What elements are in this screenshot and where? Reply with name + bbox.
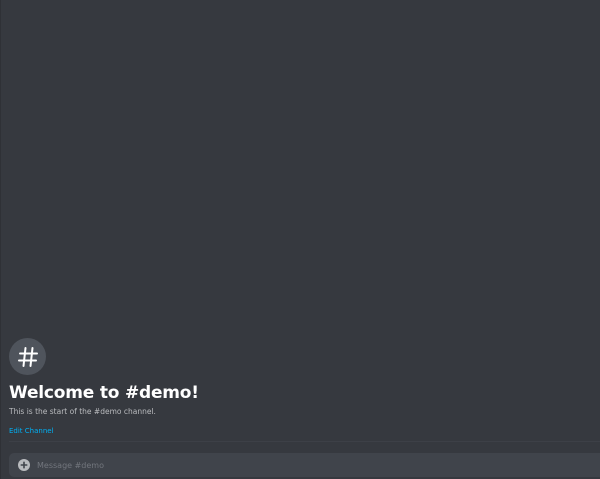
- message-composer: [9, 453, 600, 477]
- edit-channel-link[interactable]: Edit Channel: [9, 425, 54, 437]
- message-input[interactable]: [37, 455, 600, 475]
- channel-welcome: Welcome to #demo! This is the start of t…: [9, 338, 199, 437]
- plus-circle-icon[interactable]: [18, 459, 30, 471]
- plus-icon: [20, 461, 28, 469]
- welcome-title: Welcome to #demo!: [9, 383, 199, 403]
- welcome-subtitle: This is the start of the #demo channel.: [9, 407, 156, 416]
- divider: [9, 441, 600, 442]
- sidebar-border: [0, 0, 1, 479]
- hash-icon: [9, 338, 46, 375]
- hash-icon-glyph: [17, 346, 38, 367]
- chat-window: Welcome to #demo! This is the start of t…: [0, 0, 600, 479]
